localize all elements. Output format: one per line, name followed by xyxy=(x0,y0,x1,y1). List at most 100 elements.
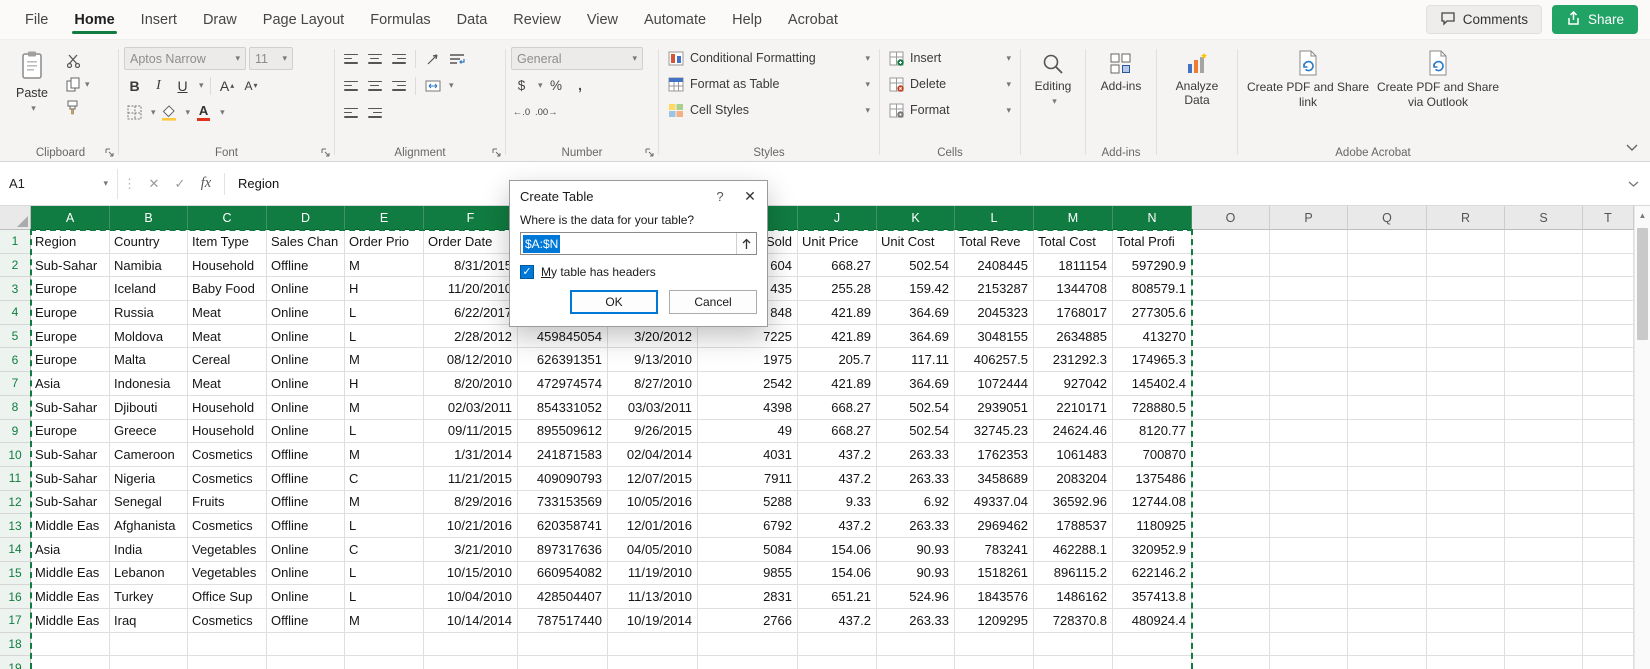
editing-button[interactable]: Editing ▾ xyxy=(1026,45,1080,107)
cell-O11[interactable] xyxy=(1192,467,1270,491)
cell-H9[interactable]: 9/26/2015 xyxy=(608,420,698,444)
cell-D5[interactable]: Online xyxy=(267,325,345,349)
cell-R2[interactable] xyxy=(1427,254,1505,278)
cell-A16[interactable]: Middle Eas xyxy=(31,585,110,609)
cell-I16[interactable]: 2831 xyxy=(698,585,798,609)
cell-K4[interactable]: 364.69 xyxy=(877,301,955,325)
row-header-18[interactable]: 18 xyxy=(0,633,31,657)
cell-A18[interactable] xyxy=(31,633,110,657)
cell-A12[interactable]: Sub-Sahar xyxy=(31,491,110,515)
cell-S16[interactable] xyxy=(1505,585,1583,609)
column-header-D[interactable]: D xyxy=(267,206,345,230)
cell-O2[interactable] xyxy=(1192,254,1270,278)
row-header-8[interactable]: 8 xyxy=(0,396,31,420)
cell-O17[interactable] xyxy=(1192,609,1270,633)
cell-Q1[interactable] xyxy=(1348,230,1427,254)
cell-S14[interactable] xyxy=(1505,538,1583,562)
cell-D3[interactable]: Online xyxy=(267,277,345,301)
cancel-button[interactable]: Cancel xyxy=(669,290,757,314)
cell-G14[interactable]: 897317636 xyxy=(518,538,608,562)
cell-N6[interactable]: 174965.3 xyxy=(1113,348,1192,372)
cell-B15[interactable]: Lebanon xyxy=(110,562,188,586)
cell-K11[interactable]: 263.33 xyxy=(877,467,955,491)
dialog-title-bar[interactable]: Create Table ? ✕ xyxy=(510,181,767,211)
cell-A8[interactable]: Sub-Sahar xyxy=(31,396,110,420)
cell-R5[interactable] xyxy=(1427,325,1505,349)
cell-K9[interactable]: 502.54 xyxy=(877,420,955,444)
cell-T5[interactable] xyxy=(1583,325,1634,349)
cell-K16[interactable]: 524.96 xyxy=(877,585,955,609)
cell-R8[interactable] xyxy=(1427,396,1505,420)
cell-N19[interactable] xyxy=(1113,656,1192,669)
row-header-11[interactable]: 11 xyxy=(0,467,31,491)
cell-L10[interactable]: 1762353 xyxy=(955,443,1034,467)
cell-D11[interactable]: Offline xyxy=(267,467,345,491)
cell-D7[interactable]: Online xyxy=(267,372,345,396)
cell-T10[interactable] xyxy=(1583,443,1634,467)
cell-F3[interactable]: 11/20/2010 xyxy=(424,277,518,301)
cell-S2[interactable] xyxy=(1505,254,1583,278)
column-header-E[interactable]: E xyxy=(345,206,424,230)
cell-H8[interactable]: 03/03/2011 xyxy=(608,396,698,420)
insert-cells-button[interactable]: Insert ▾ xyxy=(885,45,1015,71)
row-header-2[interactable]: 2 xyxy=(0,254,31,278)
cell-C4[interactable]: Meat xyxy=(188,301,267,325)
cell-J5[interactable]: 421.89 xyxy=(798,325,877,349)
cell-S7[interactable] xyxy=(1505,372,1583,396)
format-as-table-button[interactable]: Format as Table ▾ xyxy=(664,71,874,97)
addins-button[interactable]: Add-ins xyxy=(1091,45,1151,93)
cell-L11[interactable]: 3458689 xyxy=(955,467,1034,491)
cell-M7[interactable]: 927042 xyxy=(1034,372,1113,396)
cell-L8[interactable]: 2939051 xyxy=(955,396,1034,420)
cell-J13[interactable]: 437.2 xyxy=(798,514,877,538)
cell-J4[interactable]: 421.89 xyxy=(798,301,877,325)
ok-button[interactable]: OK xyxy=(570,290,658,314)
cell-K13[interactable]: 263.33 xyxy=(877,514,955,538)
align-middle-button[interactable] xyxy=(364,48,385,70)
cell-B17[interactable]: Iraq xyxy=(110,609,188,633)
merge-dropdown-arrow[interactable]: ▾ xyxy=(449,80,454,91)
cell-L4[interactable]: 2045323 xyxy=(955,301,1034,325)
cell-T4[interactable] xyxy=(1583,301,1634,325)
cell-N5[interactable]: 413270 xyxy=(1113,325,1192,349)
cell-P7[interactable] xyxy=(1270,372,1348,396)
column-header-K[interactable]: K xyxy=(877,206,955,230)
cell-I8[interactable]: 4398 xyxy=(698,396,798,420)
cell-J11[interactable]: 437.2 xyxy=(798,467,877,491)
cell-E10[interactable]: M xyxy=(345,443,424,467)
increase-indent-button[interactable] xyxy=(364,102,385,124)
cell-F2[interactable]: 8/31/2015 xyxy=(424,254,518,278)
cell-P10[interactable] xyxy=(1270,443,1348,467)
cell-O10[interactable] xyxy=(1192,443,1270,467)
cell-M8[interactable]: 2210171 xyxy=(1034,396,1113,420)
cell-K12[interactable]: 6.92 xyxy=(877,491,955,515)
cell-K19[interactable] xyxy=(877,656,955,669)
cell-A7[interactable]: Asia xyxy=(31,372,110,396)
cell-S10[interactable] xyxy=(1505,443,1583,467)
cell-S4[interactable] xyxy=(1505,301,1583,325)
cell-N16[interactable]: 357413.8 xyxy=(1113,585,1192,609)
cell-S1[interactable] xyxy=(1505,230,1583,254)
cell-D18[interactable] xyxy=(267,633,345,657)
merge-center-button[interactable] xyxy=(422,75,443,97)
format-cells-button[interactable]: Format ▾ xyxy=(885,97,1015,123)
cell-C12[interactable]: Fruits xyxy=(188,491,267,515)
fill-color-button[interactable] xyxy=(159,102,180,124)
cell-Q17[interactable] xyxy=(1348,609,1427,633)
cell-S9[interactable] xyxy=(1505,420,1583,444)
cell-D14[interactable]: Online xyxy=(267,538,345,562)
cell-H5[interactable]: 3/20/2012 xyxy=(608,325,698,349)
cell-F19[interactable] xyxy=(424,656,518,669)
cell-D15[interactable]: Online xyxy=(267,562,345,586)
cell-J1[interactable]: Unit Price xyxy=(798,230,877,254)
cell-O16[interactable] xyxy=(1192,585,1270,609)
cell-Q8[interactable] xyxy=(1348,396,1427,420)
cell-D8[interactable]: Online xyxy=(267,396,345,420)
cell-A6[interactable]: Europe xyxy=(31,348,110,372)
increase-decimal-button[interactable]: ←.0 xyxy=(511,102,532,124)
align-right-button[interactable] xyxy=(388,75,409,97)
insert-dropdown-arrow[interactable]: ▾ xyxy=(1006,53,1011,64)
cell-C7[interactable]: Meat xyxy=(188,372,267,396)
cell-C3[interactable]: Baby Food xyxy=(188,277,267,301)
cell-T18[interactable] xyxy=(1583,633,1634,657)
